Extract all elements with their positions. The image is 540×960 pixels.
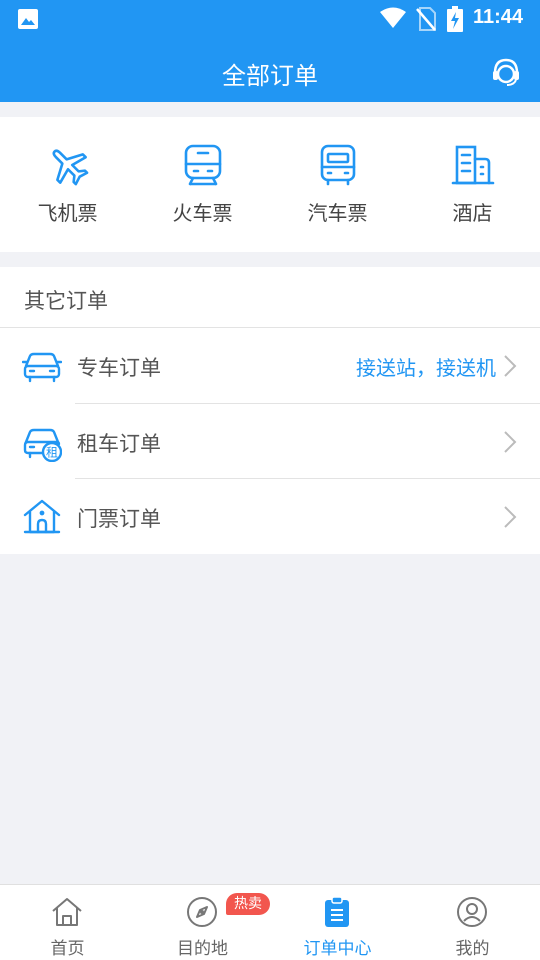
nav-item-label: 目的地 [177, 939, 228, 959]
quick-link-flight[interactable]: 飞机票 [0, 117, 135, 252]
photo-icon [18, 9, 38, 29]
no-sim-icon [416, 7, 436, 31]
battery-charging-icon [447, 6, 463, 32]
bus-icon [320, 144, 356, 186]
rental-car-icon: 租 [23, 428, 62, 462]
status-time: 11:44 [473, 6, 524, 28]
car-icon [22, 352, 62, 383]
hot-sale-badge: 热卖 [226, 893, 270, 915]
page-title: 全部订单 [222, 62, 318, 90]
chevron-right-icon [504, 355, 517, 377]
chevron-right-icon [504, 431, 517, 453]
ticket-house-icon [23, 499, 61, 534]
nav-item-home[interactable]: 首页 [0, 885, 135, 960]
chevron-right-icon [504, 506, 517, 528]
section-title: 其它订单 [24, 289, 108, 313]
order-row-private-car[interactable]: 专车订单 接送站，接送机 [0, 328, 540, 403]
app-header: 全部订单 [0, 38, 540, 102]
quick-link-train[interactable]: 火车票 [135, 117, 270, 252]
order-row-hint: 接送站，接送机 [356, 356, 496, 380]
wifi-icon [380, 7, 406, 28]
hotel-icon [451, 145, 495, 185]
order-row-label: 门票订单 [77, 507, 161, 531]
customer-service-icon[interactable] [490, 56, 522, 88]
order-row-label: 租车订单 [77, 432, 161, 456]
status-bar: 11:44 [0, 0, 540, 38]
nav-item-label: 订单中心 [303, 939, 372, 959]
quick-link-label: 火车票 [172, 201, 233, 225]
quick-link-hotel[interactable]: 酒店 [405, 117, 540, 252]
quick-links-panel: 飞机票 火车票 汽车票 酒店 [0, 117, 540, 252]
nav-item-orders[interactable]: 订单中心 [270, 885, 405, 960]
quick-link-label: 酒店 [452, 201, 493, 225]
order-row-label: 专车订单 [77, 356, 161, 380]
nav-item-label: 首页 [50, 939, 85, 959]
quick-link-label: 汽车票 [307, 201, 368, 225]
airplane-icon [52, 149, 89, 186]
order-row-tickets[interactable]: 门票订单 [0, 479, 540, 554]
bottom-nav: 首页 目的地 订单中心 我的 热卖 [0, 884, 540, 960]
quick-link-bus[interactable]: 汽车票 [270, 117, 405, 252]
train-icon [184, 144, 222, 186]
clipboard-icon [325, 896, 349, 927]
user-icon [457, 897, 487, 927]
other-orders-panel: 其它订单 专车订单 接送站，接送机 租 租车订单 门票订单 [0, 267, 540, 554]
nav-item-profile[interactable]: 我的 [405, 885, 540, 960]
compass-icon [187, 897, 217, 927]
home-icon [52, 898, 82, 926]
quick-link-label: 飞机票 [37, 201, 98, 225]
order-row-car-rental[interactable]: 租 租车订单 [0, 404, 540, 479]
rental-badge-text: 租 [46, 446, 58, 460]
nav-item-label: 我的 [455, 939, 490, 959]
